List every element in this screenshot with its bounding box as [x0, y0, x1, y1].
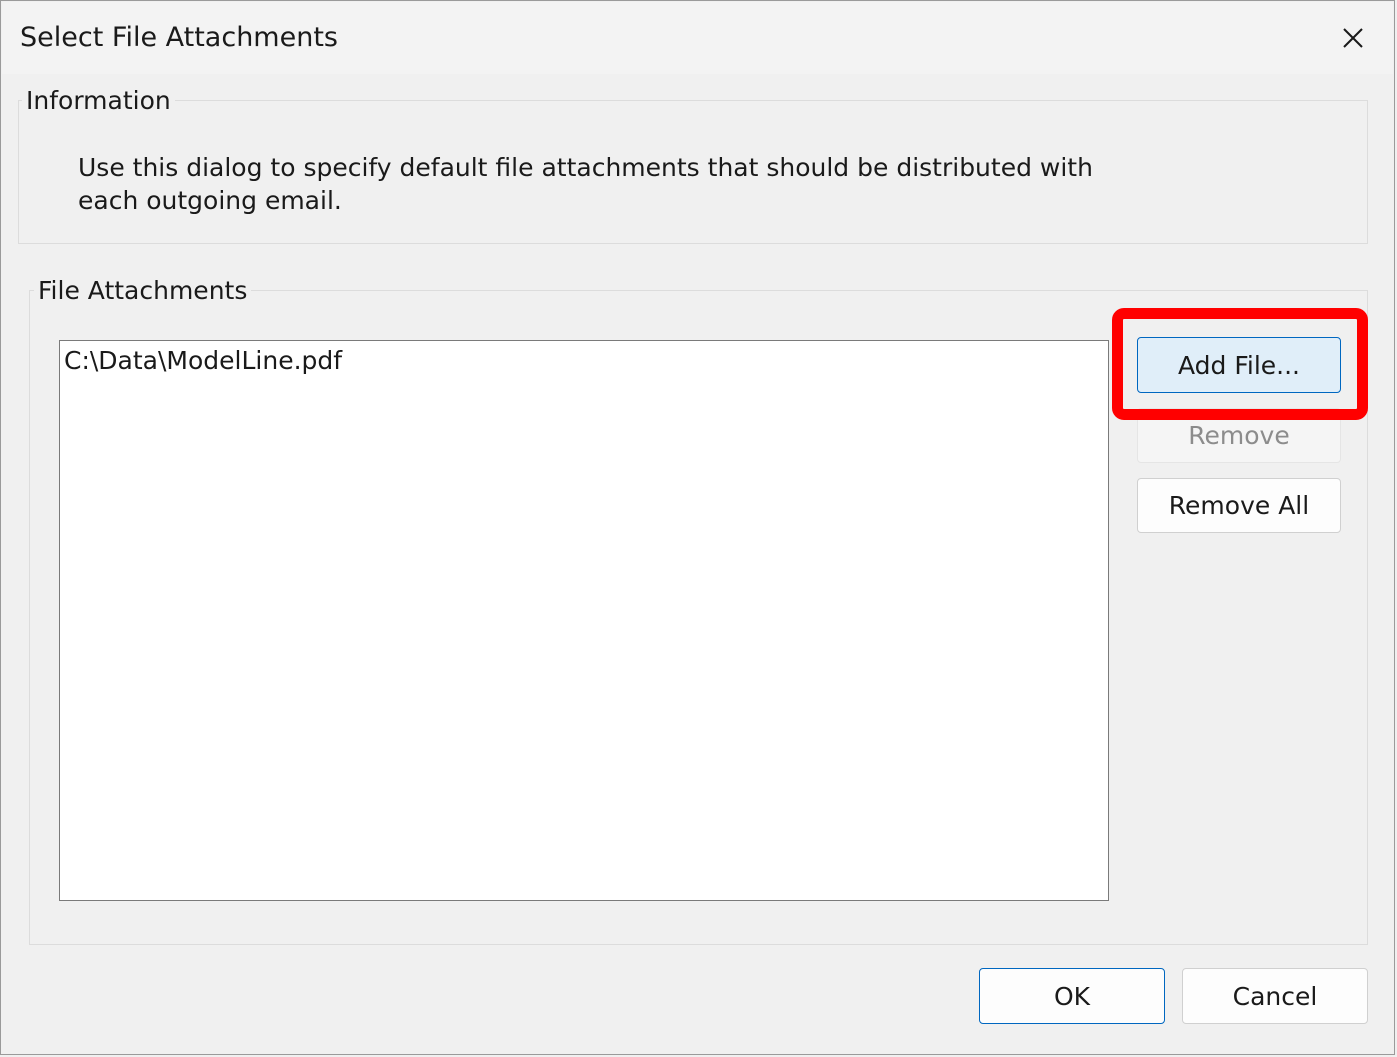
title-bar: Select File Attachments: [2, 2, 1393, 74]
dialog-title: Select File Attachments: [20, 22, 338, 53]
ok-button[interactable]: OK: [979, 968, 1165, 1024]
remove-button[interactable]: Remove: [1137, 408, 1341, 463]
list-item[interactable]: C:\Data\ModelLine.pdf: [63, 345, 1105, 377]
add-file-button[interactable]: Add File...: [1137, 337, 1341, 393]
information-legend: Information: [22, 86, 175, 116]
file-attachments-legend: File Attachments: [34, 276, 252, 306]
cancel-button[interactable]: Cancel: [1182, 968, 1368, 1024]
file-attachments-list[interactable]: C:\Data\ModelLine.pdf: [59, 340, 1109, 901]
information-text: Use this dialog to specify default file …: [78, 153, 1093, 215]
close-button[interactable]: [1323, 12, 1383, 64]
remove-all-button[interactable]: Remove All: [1137, 478, 1341, 533]
close-icon: [1343, 28, 1363, 48]
